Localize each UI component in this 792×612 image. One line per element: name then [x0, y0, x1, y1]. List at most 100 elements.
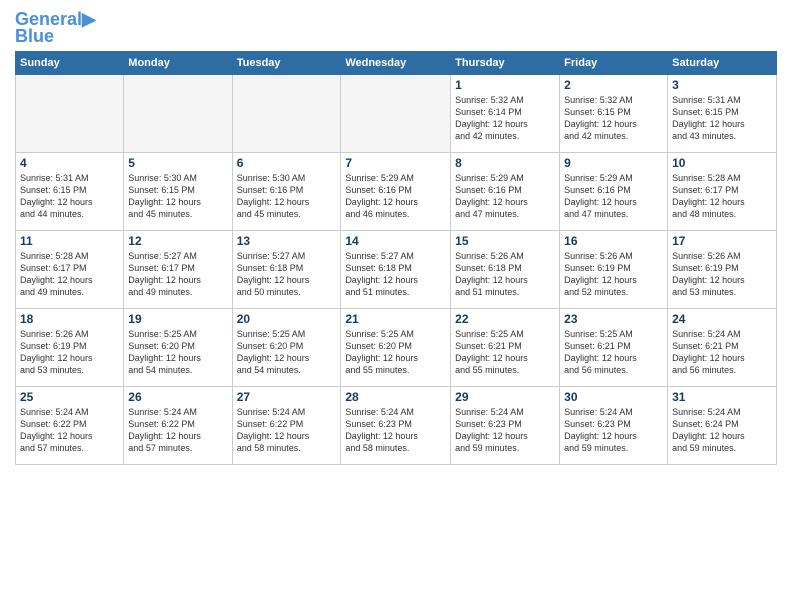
- weekday-header-monday: Monday: [124, 51, 232, 74]
- weekday-header-row: SundayMondayTuesdayWednesdayThursdayFrid…: [16, 51, 777, 74]
- week-row-3: 11Sunrise: 5:28 AMSunset: 6:17 PMDayligh…: [16, 230, 777, 308]
- day-number: 30: [564, 390, 663, 404]
- day-number: 29: [455, 390, 555, 404]
- day-number: 6: [237, 156, 337, 170]
- day-number: 2: [564, 78, 663, 92]
- calendar-cell: [341, 74, 451, 152]
- day-number: 10: [672, 156, 772, 170]
- day-info: Sunrise: 5:24 AMSunset: 6:23 PMDaylight:…: [345, 406, 446, 455]
- day-info: Sunrise: 5:31 AMSunset: 6:15 PMDaylight:…: [672, 94, 772, 143]
- calendar-cell: 9 Sunrise: 5:29 AMSunset: 6:16 PMDaylight…: [560, 152, 668, 230]
- day-info: Sunrise: 5:24 AMSunset: 6:22 PMDaylight:…: [237, 406, 337, 455]
- day-number: 12: [128, 234, 227, 248]
- calendar-cell: 24 Sunrise: 5:24 AMSunset: 6:21 PMDayligh…: [668, 308, 777, 386]
- day-number: 11: [20, 234, 119, 248]
- page-container: General▶ Blue SundayMondayTuesdayWednesd…: [0, 0, 792, 475]
- day-number: 21: [345, 312, 446, 326]
- day-info: Sunrise: 5:28 AMSunset: 6:17 PMDaylight:…: [672, 172, 772, 221]
- logo: General▶ Blue: [15, 10, 96, 47]
- day-number: 15: [455, 234, 555, 248]
- calendar-cell: 25 Sunrise: 5:24 AMSunset: 6:22 PMDayligh…: [16, 386, 124, 464]
- calendar-cell: 31Sunrise: 5:24 AMSunset: 6:24 PMDayligh…: [668, 386, 777, 464]
- day-number: 17: [672, 234, 772, 248]
- day-info: Sunrise: 5:29 AMSunset: 6:16 PMDaylight:…: [564, 172, 663, 221]
- day-info: Sunrise: 5:30 AMSunset: 6:16 PMDaylight:…: [237, 172, 337, 221]
- day-number: 7: [345, 156, 446, 170]
- calendar-cell: 14 Sunrise: 5:27 AMSunset: 6:18 PMDayligh…: [341, 230, 451, 308]
- day-number: 18: [20, 312, 119, 326]
- day-info: Sunrise: 5:24 AMSunset: 6:23 PMDaylight:…: [564, 406, 663, 455]
- header: General▶ Blue: [15, 10, 777, 47]
- day-info: Sunrise: 5:29 AMSunset: 6:16 PMDaylight:…: [345, 172, 446, 221]
- calendar-cell: 19 Sunrise: 5:25 AMSunset: 6:20 PMDayligh…: [124, 308, 232, 386]
- day-number: 3: [672, 78, 772, 92]
- calendar-cell: 6 Sunrise: 5:30 AMSunset: 6:16 PMDaylight…: [232, 152, 341, 230]
- day-info: Sunrise: 5:24 AMSunset: 6:22 PMDaylight:…: [128, 406, 227, 455]
- calendar-cell: 15 Sunrise: 5:26 AMSunset: 6:18 PMDayligh…: [451, 230, 560, 308]
- day-number: 16: [564, 234, 663, 248]
- calendar-cell: 12 Sunrise: 5:27 AMSunset: 6:17 PMDayligh…: [124, 230, 232, 308]
- week-row-2: 4 Sunrise: 5:31 AMSunset: 6:15 PMDaylight…: [16, 152, 777, 230]
- day-info: Sunrise: 5:25 AMSunset: 6:21 PMDaylight:…: [564, 328, 663, 377]
- calendar-cell: 20Sunrise: 5:25 AMSunset: 6:20 PMDayligh…: [232, 308, 341, 386]
- day-info: Sunrise: 5:25 AMSunset: 6:20 PMDaylight:…: [128, 328, 227, 377]
- day-info: Sunrise: 5:24 AMSunset: 6:22 PMDaylight:…: [20, 406, 119, 455]
- day-info: Sunrise: 5:30 AMSunset: 6:15 PMDaylight:…: [128, 172, 227, 221]
- day-number: 5: [128, 156, 227, 170]
- day-info: Sunrise: 5:27 AMSunset: 6:18 PMDaylight:…: [237, 250, 337, 299]
- day-info: Sunrise: 5:26 AMSunset: 6:18 PMDaylight:…: [455, 250, 555, 299]
- day-info: Sunrise: 5:24 AMSunset: 6:21 PMDaylight:…: [672, 328, 772, 377]
- day-number: 27: [237, 390, 337, 404]
- calendar-cell: 10 Sunrise: 5:28 AMSunset: 6:17 PMDayligh…: [668, 152, 777, 230]
- calendar-cell: 28 Sunrise: 5:24 AMSunset: 6:23 PMDayligh…: [341, 386, 451, 464]
- calendar-cell: 2Sunrise: 5:32 AMSunset: 6:15 PMDaylight…: [560, 74, 668, 152]
- day-number: 28: [345, 390, 446, 404]
- calendar-cell: 18 Sunrise: 5:26 AMSunset: 6:19 PMDayligh…: [16, 308, 124, 386]
- weekday-header-wednesday: Wednesday: [341, 51, 451, 74]
- calendar-table: SundayMondayTuesdayWednesdayThursdayFrid…: [15, 51, 777, 465]
- day-info: Sunrise: 5:29 AMSunset: 6:16 PMDaylight:…: [455, 172, 555, 221]
- week-row-5: 25 Sunrise: 5:24 AMSunset: 6:22 PMDayligh…: [16, 386, 777, 464]
- day-number: 19: [128, 312, 227, 326]
- calendar-cell: 4 Sunrise: 5:31 AMSunset: 6:15 PMDaylight…: [16, 152, 124, 230]
- day-info: Sunrise: 5:31 AMSunset: 6:15 PMDaylight:…: [20, 172, 119, 221]
- calendar-cell: [16, 74, 124, 152]
- day-info: Sunrise: 5:26 AMSunset: 6:19 PMDaylight:…: [564, 250, 663, 299]
- calendar-cell: 3 Sunrise: 5:31 AMSunset: 6:15 PMDaylight…: [668, 74, 777, 152]
- calendar-cell: 17Sunrise: 5:26 AMSunset: 6:19 PMDayligh…: [668, 230, 777, 308]
- day-number: 24: [672, 312, 772, 326]
- day-number: 22: [455, 312, 555, 326]
- weekday-header-tuesday: Tuesday: [232, 51, 341, 74]
- calendar-cell: [124, 74, 232, 152]
- weekday-header-friday: Friday: [560, 51, 668, 74]
- day-info: Sunrise: 5:24 AMSunset: 6:24 PMDaylight:…: [672, 406, 772, 455]
- calendar-cell: 23 Sunrise: 5:25 AMSunset: 6:21 PMDayligh…: [560, 308, 668, 386]
- calendar-cell: 30 Sunrise: 5:24 AMSunset: 6:23 PMDayligh…: [560, 386, 668, 464]
- day-number: 4: [20, 156, 119, 170]
- day-number: 26: [128, 390, 227, 404]
- day-number: 25: [20, 390, 119, 404]
- calendar-cell: 11Sunrise: 5:28 AMSunset: 6:17 PMDayligh…: [16, 230, 124, 308]
- day-info: Sunrise: 5:27 AMSunset: 6:18 PMDaylight:…: [345, 250, 446, 299]
- calendar-cell: 22 Sunrise: 5:25 AMSunset: 6:21 PMDayligh…: [451, 308, 560, 386]
- weekday-header-saturday: Saturday: [668, 51, 777, 74]
- day-info: Sunrise: 5:25 AMSunset: 6:20 PMDaylight:…: [345, 328, 446, 377]
- day-number: 8: [455, 156, 555, 170]
- day-number: 13: [237, 234, 337, 248]
- calendar-cell: [232, 74, 341, 152]
- day-info: Sunrise: 5:26 AMSunset: 6:19 PMDaylight:…: [20, 328, 119, 377]
- day-info: Sunrise: 5:25 AMSunset: 6:20 PMDaylight:…: [237, 328, 337, 377]
- day-info: Sunrise: 5:32 AMSunset: 6:14 PMDaylight:…: [455, 94, 555, 143]
- day-number: 14: [345, 234, 446, 248]
- day-info: Sunrise: 5:24 AMSunset: 6:23 PMDaylight:…: [455, 406, 555, 455]
- calendar-cell: 13 Sunrise: 5:27 AMSunset: 6:18 PMDayligh…: [232, 230, 341, 308]
- calendar-cell: 27 Sunrise: 5:24 AMSunset: 6:22 PMDayligh…: [232, 386, 341, 464]
- day-number: 23: [564, 312, 663, 326]
- day-info: Sunrise: 5:27 AMSunset: 6:17 PMDaylight:…: [128, 250, 227, 299]
- day-info: Sunrise: 5:25 AMSunset: 6:21 PMDaylight:…: [455, 328, 555, 377]
- weekday-header-thursday: Thursday: [451, 51, 560, 74]
- calendar-cell: 16 Sunrise: 5:26 AMSunset: 6:19 PMDayligh…: [560, 230, 668, 308]
- calendar-cell: 8 Sunrise: 5:29 AMSunset: 6:16 PMDaylight…: [451, 152, 560, 230]
- week-row-4: 18 Sunrise: 5:26 AMSunset: 6:19 PMDayligh…: [16, 308, 777, 386]
- day-number: 9: [564, 156, 663, 170]
